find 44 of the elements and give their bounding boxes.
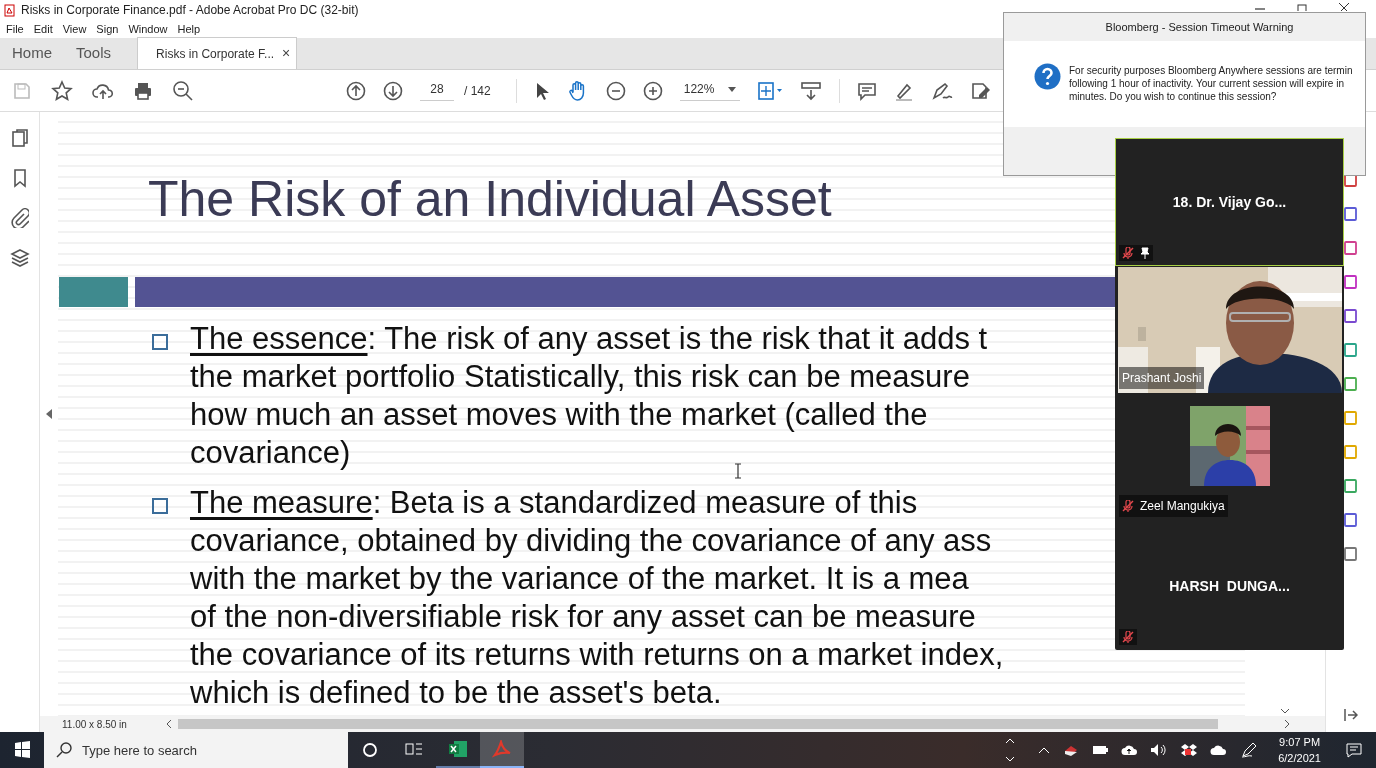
page-size-label: 11.00 x 8.50 in <box>62 717 128 732</box>
slide-title: The Risk of an Individual Asset <box>148 174 832 224</box>
tab[interactable]: Tools <box>64 37 124 69</box>
bullet-text: with the market by the variance of the market. It is a mea <box>190 560 969 598</box>
participant-name: Zeel Mangukiya <box>1140 498 1225 515</box>
tab-label[interactable]: Risks in Corporate F... <box>156 44 275 63</box>
participant-tile[interactable]: 18. Dr. Vijay Go... <box>1115 138 1344 266</box>
menu-item[interactable]: Edit <box>33 20 53 38</box>
participant-name: HARSH DUNGA... <box>1169 576 1290 596</box>
zoom-dropdown[interactable]: 122% <box>679 80 741 101</box>
tab[interactable]: Home <box>0 37 64 69</box>
page-count: / 142 <box>464 82 491 100</box>
bullet-text: covariance) <box>190 434 351 472</box>
bullet-text: the market portfolio Statistically, this risk can be measure <box>190 358 970 396</box>
menu-item[interactable]: Help <box>177 20 201 38</box>
participant-tile[interactable]: Zeel Mangukiya <box>1115 394 1344 522</box>
clock-time: 9:07 PM <box>1279 735 1321 750</box>
bullet-text: which is defined to be the asset's beta. <box>190 674 722 712</box>
participant-tile[interactable]: Prashant Joshi <box>1115 266 1344 394</box>
dialog-message: minutes. Do you wish to continue this session? <box>1069 90 1278 103</box>
bullet-heading: The measure <box>190 484 373 522</box>
bullet-text: : The risk of any asset is the risk that it adds t <box>367 320 988 358</box>
bullet-heading: The essence <box>190 320 368 358</box>
clock-date: 6/2/2021 <box>1278 751 1321 766</box>
window-title: Risks in Corporate Finance.pdf - Adobe Acrobat Pro DC (32-bit) <box>21 2 359 19</box>
bullet-text: covariance, obtained by dividing the covariance of any ass <box>190 522 992 560</box>
dialog-message: For security purposes Bloomberg Anywhere sessions are termin <box>1069 64 1353 77</box>
tab[interactable]: Risks in Corporate F... × <box>137 37 298 69</box>
menu-item[interactable]: Sign <box>96 20 119 38</box>
dialog-message: following 1 hour of inactivity. Your current session will expire in <box>1069 77 1345 90</box>
close-tab-button[interactable]: × <box>282 43 291 64</box>
bullet-text: : Beta is a standardized measure of this <box>372 484 918 522</box>
taskbar-search-field[interactable]: Type here to search <box>44 732 348 768</box>
bullet-text: of the non-diversifiable risk for any asset can be measure <box>190 598 976 636</box>
dialog-title: Bloomberg - Session Timeout Warning <box>1104 19 1295 35</box>
bullet-text: the covariance of its returns with returns on a market index, <box>190 636 1004 674</box>
page-number-field[interactable]: 28 <box>420 80 454 101</box>
participant-name: Prashant Joshi <box>1122 370 1202 387</box>
menu-item[interactable]: View <box>62 20 87 38</box>
menu-item[interactable]: File <box>6 20 24 38</box>
participant-tile[interactable]: HARSH DUNGA... <box>1115 522 1344 650</box>
participant-name: 18. Dr. Vijay Go... <box>1172 192 1287 212</box>
bullet-text: how much an asset moves with the market (called the <box>190 396 928 434</box>
menu-item[interactable]: Window <box>128 20 168 38</box>
